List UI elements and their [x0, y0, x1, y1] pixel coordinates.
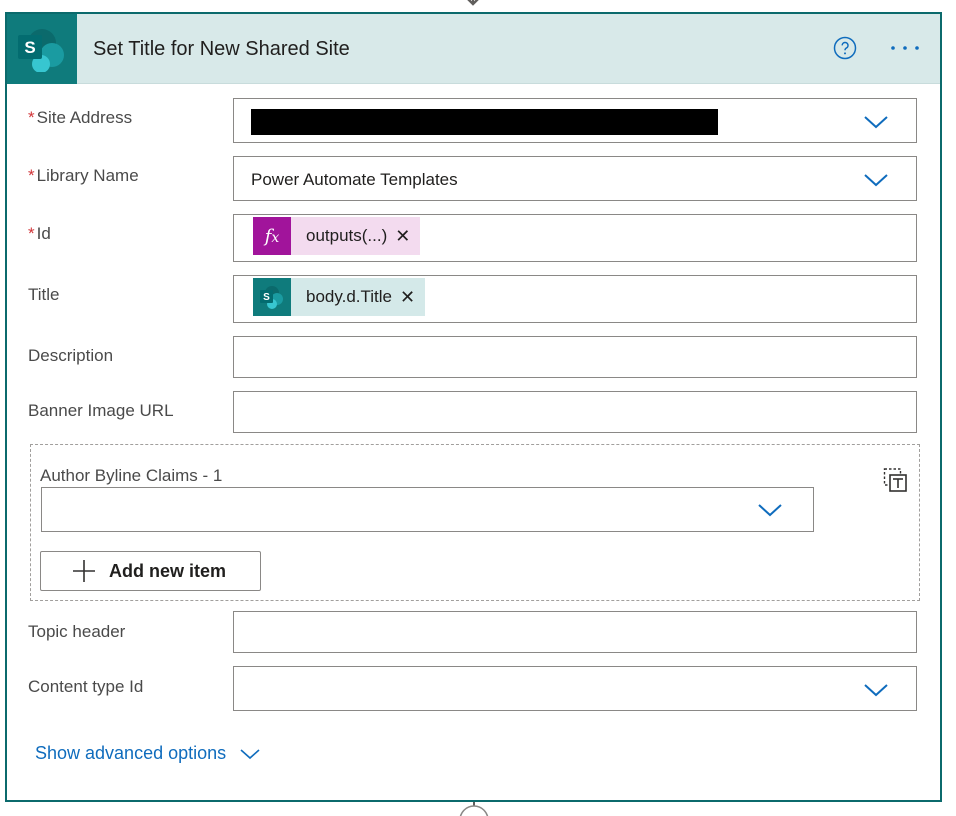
- svg-text:S: S: [24, 38, 35, 57]
- remove-token-icon[interactable]: ✕: [400, 287, 415, 308]
- connector-arrow-icon: [467, 0, 479, 6]
- chevron-down-icon[interactable]: [863, 682, 889, 698]
- title-label: Title: [28, 285, 60, 305]
- redacted-value: [251, 109, 718, 135]
- id-token[interactable]: fx outputs(...) ✕: [253, 217, 421, 255]
- sharepoint-icon: S: [253, 278, 291, 316]
- help-circle-icon[interactable]: [833, 36, 857, 60]
- author-byline-array: Author Byline Claims - 1 Add new item: [30, 444, 920, 601]
- banner-image-url-input[interactable]: [233, 391, 917, 433]
- more-options-icon[interactable]: [887, 38, 923, 58]
- author-byline-dropdown[interactable]: [41, 487, 814, 532]
- library-name-value: Power Automate Templates: [251, 170, 458, 189]
- action-card: S Set Title for New Shared Site * Site Ad…: [5, 12, 942, 802]
- title-label-text: Title: [28, 285, 60, 304]
- sharepoint-icon: S: [7, 14, 77, 84]
- content-type-id-dropdown[interactable]: [233, 666, 917, 711]
- library-name-label: * Library Name: [28, 166, 139, 186]
- topic-header-input[interactable]: [233, 611, 917, 653]
- content-type-id-label: Content type Id: [28, 677, 143, 697]
- remove-token-icon[interactable]: ✕: [395, 226, 410, 247]
- site-address-label-text: Site Address: [36, 108, 133, 127]
- required-marker: *: [28, 224, 35, 243]
- banner-image-url-label: Banner Image URL: [28, 401, 174, 421]
- description-input[interactable]: [233, 336, 917, 378]
- id-input[interactable]: fx outputs(...) ✕: [233, 214, 917, 262]
- topic-header-label-text: Topic header: [28, 622, 126, 641]
- remove-item-icon[interactable]: [882, 466, 910, 494]
- required-marker: *: [28, 166, 35, 185]
- description-label: Description: [28, 346, 113, 366]
- show-advanced-options-link[interactable]: Show advanced options: [35, 743, 260, 764]
- site-address-label: * Site Address: [28, 108, 132, 128]
- content-type-id-label-text: Content type Id: [28, 677, 144, 696]
- chevron-down-icon[interactable]: [757, 502, 783, 518]
- chevron-down-icon[interactable]: [863, 114, 889, 130]
- card-header[interactable]: S Set Title for New Shared Site: [7, 14, 940, 84]
- topic-header-label: Topic header: [28, 622, 125, 642]
- title-token[interactable]: S body.d.Title ✕: [253, 278, 426, 316]
- author-byline-label: Author Byline Claims - 1: [40, 466, 223, 485]
- plus-icon: [73, 560, 95, 582]
- required-marker: *: [28, 108, 35, 127]
- description-label-text: Description: [28, 346, 114, 365]
- title-input[interactable]: S body.d.Title ✕: [233, 275, 917, 323]
- site-address-dropdown[interactable]: [233, 98, 917, 143]
- card-title[interactable]: Set Title for New Shared Site: [93, 38, 350, 61]
- banner-image-url-label-text: Banner Image URL: [28, 401, 174, 420]
- fx-icon: fx: [253, 217, 291, 255]
- library-name-label-text: Library Name: [36, 166, 139, 185]
- svg-text:S: S: [263, 292, 270, 303]
- id-token-label: outputs(...): [306, 226, 388, 245]
- add-new-item-button[interactable]: Add new item: [40, 551, 261, 591]
- add-new-item-label: Add new item: [109, 560, 227, 581]
- chevron-down-icon: [240, 748, 260, 759]
- title-token-label: body.d.Title: [306, 287, 392, 306]
- chevron-down-icon[interactable]: [863, 172, 889, 188]
- show-advanced-options-label: Show advanced options: [35, 743, 227, 763]
- id-label-text: Id: [36, 224, 51, 243]
- id-label: * Id: [28, 224, 51, 244]
- library-name-dropdown[interactable]: Power Automate Templates: [233, 156, 917, 201]
